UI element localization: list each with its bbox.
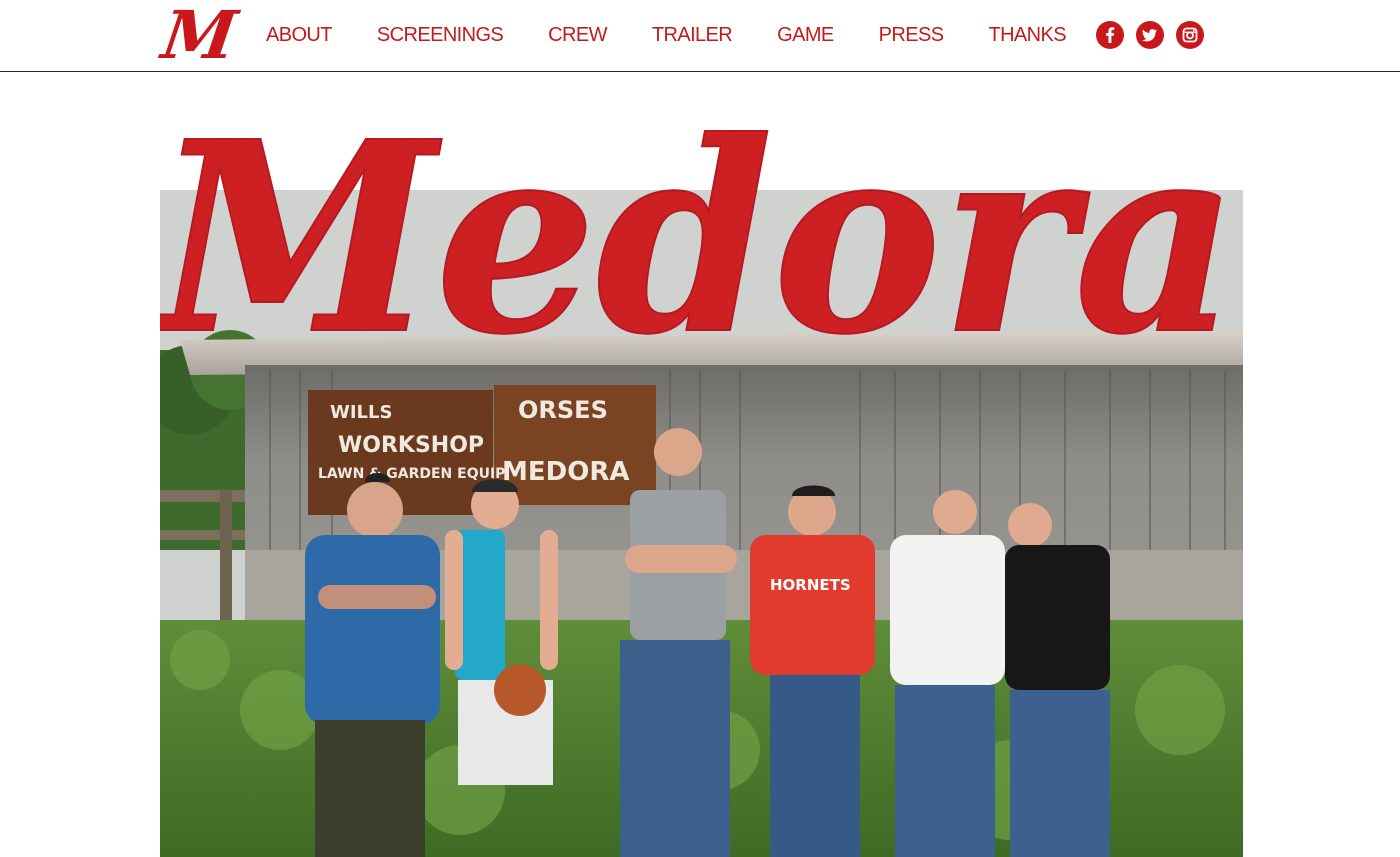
person-3	[620, 428, 737, 857]
medora-title-art: Medora	[160, 83, 1239, 372]
main-nav: ABOUT SCREENINGS CREW TRAILER GAME PRESS…	[266, 22, 1067, 48]
instagram-icon	[1182, 27, 1198, 43]
facebook-link[interactable]	[1096, 21, 1124, 49]
nav-item-crew[interactable]: CREW	[548, 22, 607, 48]
sign-text-medora: MEDORA	[502, 457, 629, 487]
person-5	[890, 490, 1005, 857]
twitter-link[interactable]	[1136, 21, 1164, 49]
facebook-icon	[1106, 27, 1115, 43]
medora-wordmark: Medora	[160, 72, 1243, 372]
social-links	[1096, 21, 1204, 49]
shirt-text: HORNETS	[770, 576, 851, 594]
page-right-gutter	[1243, 72, 1400, 857]
twitter-icon	[1142, 29, 1157, 42]
nav-item-game[interactable]: GAME	[777, 22, 834, 48]
site-title: Medora	[160, 84, 1238, 372]
nav-item-thanks[interactable]: THANKS	[988, 22, 1066, 48]
sign-text-wills: WILLS	[330, 402, 392, 423]
nav-item-about[interactable]: ABOUT	[266, 22, 333, 48]
sign-text-orses: ORSES	[518, 396, 608, 424]
nav-item-screenings[interactable]: SCREENINGS	[377, 22, 504, 48]
nav-item-trailer[interactable]: TRAILER	[652, 22, 733, 48]
site-logo[interactable]: M	[157, 0, 243, 74]
logo-letter: M	[157, 0, 243, 74]
instagram-link[interactable]	[1176, 21, 1204, 49]
sign-text-lawn: LAWN & GARDEN EQUIP	[318, 466, 505, 482]
nav-item-press[interactable]: PRESS	[879, 22, 944, 48]
person-6	[1005, 503, 1110, 857]
sign-text-workshop: WORKSHOP	[338, 433, 484, 458]
top-navigation-bar: M ABOUT SCREENINGS CREW TRAILER GAME PRE…	[0, 0, 1400, 74]
hero-banner: WILLS WORKSHOP LAWN & GARDEN EQUIP ORSES…	[160, 72, 1243, 857]
